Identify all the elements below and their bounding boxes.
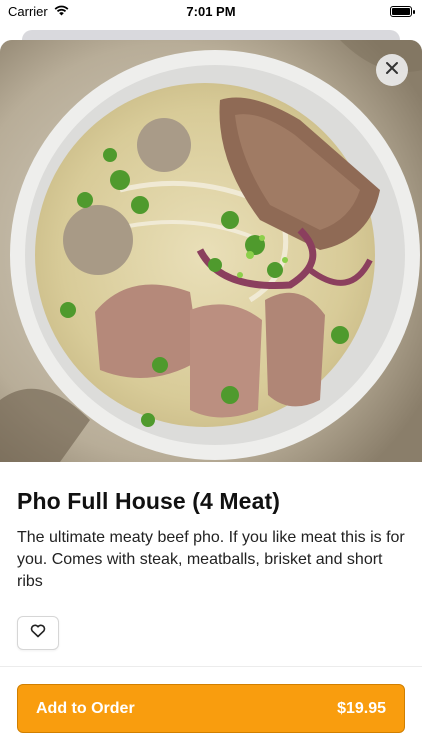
- order-price: $19.95: [337, 699, 386, 717]
- close-icon: [385, 61, 399, 80]
- wifi-icon: [54, 4, 69, 19]
- item-description: The ultimate meaty beef pho. If you like…: [17, 529, 405, 590]
- item-title: Pho Full House (4 Meat): [17, 488, 280, 514]
- close-button[interactable]: [376, 54, 408, 86]
- add-to-order-button[interactable]: Add to Order $19.95: [17, 684, 405, 733]
- favorite-button[interactable]: [17, 616, 59, 650]
- add-to-order-label: Add to Order: [36, 699, 135, 717]
- battery-icon: [390, 6, 415, 17]
- status-bar: Carrier 7:01 PM: [0, 0, 422, 24]
- heart-icon: [30, 624, 46, 643]
- carrier-group: Carrier: [8, 4, 69, 19]
- divider: [0, 666, 422, 667]
- clock: 7:01 PM: [186, 4, 236, 19]
- item-details: Pho Full House (4 Meat) The ultimate mea…: [0, 462, 422, 650]
- pho-bowl-photo: [0, 40, 422, 462]
- carrier-label: Carrier: [8, 4, 48, 19]
